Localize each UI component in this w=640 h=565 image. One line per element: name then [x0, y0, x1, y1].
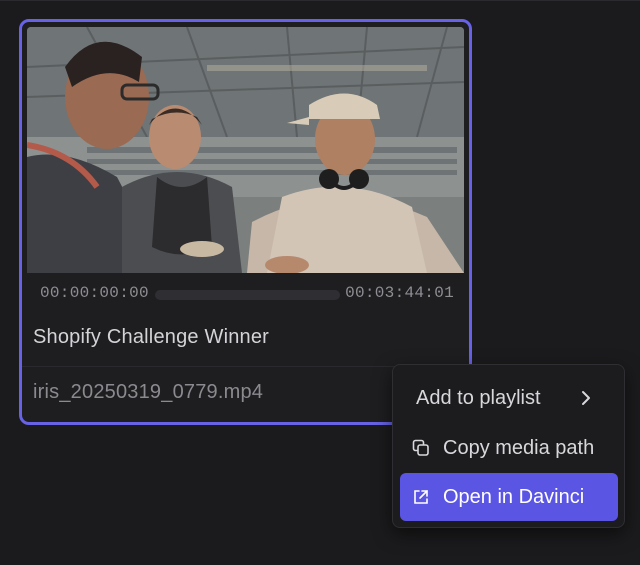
media-filename: iris_20250319_0779.mp4	[33, 381, 264, 403]
thumbnail-image	[27, 27, 464, 273]
duration-time: 00:03:44:01	[345, 284, 454, 302]
playback-bar: 00:00:00:00 00:03:44:01	[22, 277, 469, 311]
media-title: Shopify Challenge Winner	[33, 326, 270, 348]
copy-icon	[411, 438, 431, 458]
menu-item-label: Open in Davinci	[443, 485, 585, 508]
menu-item-label: Copy media path	[443, 436, 595, 459]
menu-item-add-to-playlist[interactable]: Add to playlist	[400, 374, 618, 422]
progress-track[interactable]	[155, 290, 340, 300]
menu-item-copy-media-path[interactable]: Copy media path	[400, 424, 618, 472]
current-time: 00:00:00:00	[40, 284, 149, 302]
menu-item-label: Add to playlist	[416, 386, 541, 409]
video-thumbnail[interactable]	[27, 27, 464, 273]
external-link-icon	[411, 487, 431, 507]
top-divider	[0, 0, 640, 1]
chevron-right-icon	[582, 391, 590, 405]
context-menu: Add to playlist Copy media path Open in …	[392, 364, 625, 528]
menu-item-open-in-davinci[interactable]: Open in Davinci	[400, 473, 618, 521]
